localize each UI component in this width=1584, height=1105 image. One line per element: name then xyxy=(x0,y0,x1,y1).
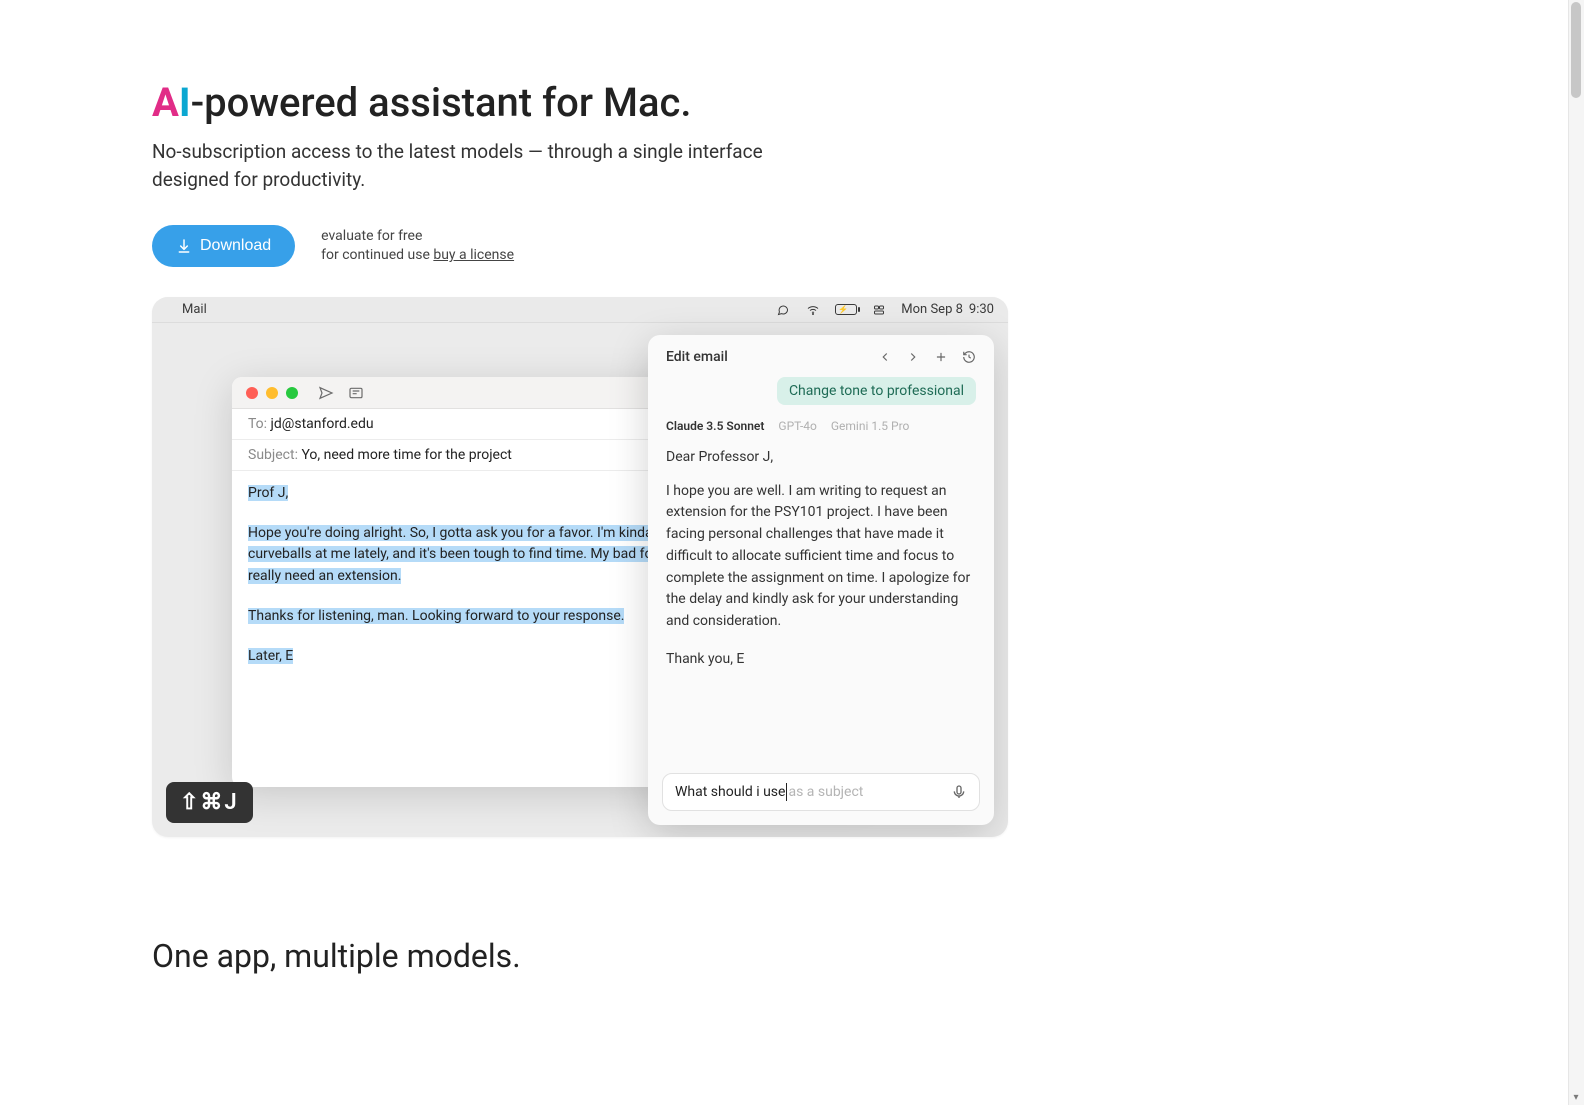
page-content: AI-powered assistant for Mac. No-subscri… xyxy=(152,0,1432,975)
format-icon[interactable] xyxy=(348,385,364,401)
mail-body-greeting: Prof J, xyxy=(248,485,288,501)
demo-stage: Mail ⚡ Mon Sep 8 9:30 xyxy=(152,297,1008,837)
menubar-time: 9:30 xyxy=(969,302,994,317)
hero-subtitle: No-subscription access to the latest mod… xyxy=(152,138,812,193)
control-center-icon xyxy=(871,304,887,316)
history-icon[interactable] xyxy=(962,350,976,364)
mac-menubar: Mail ⚡ Mon Sep 8 9:30 xyxy=(152,297,1008,323)
menubar-app-name: Mail xyxy=(182,302,207,317)
mic-icon[interactable] xyxy=(951,784,967,800)
assistant-input[interactable]: What should i use as a subject xyxy=(662,773,980,811)
response-greeting: Dear Professor J, xyxy=(666,447,976,469)
hero-title: AI-powered assistant for Mac. xyxy=(152,80,1232,126)
mail-body-signoff: Later, E xyxy=(248,648,293,664)
mail-subject-label: Subject: xyxy=(248,447,301,463)
scrollbar-thumb[interactable] xyxy=(1571,2,1581,98)
cta-note: evaluate for free for continued use buy … xyxy=(321,227,514,265)
scroll-down-arrow[interactable]: ▾ xyxy=(1571,1093,1581,1103)
plus-icon[interactable] xyxy=(934,350,948,364)
caret xyxy=(786,783,787,801)
menubar-date: Mon Sep 8 xyxy=(901,302,963,317)
user-prompt-chip: Change tone to professional xyxy=(777,377,976,405)
traffic-light-zoom[interactable] xyxy=(286,387,298,399)
mail-to-label: To: xyxy=(248,416,271,432)
shortcut-key-text: ⇧⌘J xyxy=(180,790,239,815)
download-button-label: Download xyxy=(200,237,271,255)
assistant-response: Dear Professor J, I hope you are well. I… xyxy=(666,447,976,670)
wifi-icon xyxy=(805,304,821,316)
response-signoff: Thank you, E xyxy=(666,649,976,671)
assistant-input-typed: What should i use xyxy=(675,784,785,800)
section2-heading: One app, multiple models. xyxy=(152,937,1432,975)
send-icon[interactable] xyxy=(318,385,334,401)
forward-icon[interactable] xyxy=(906,350,920,364)
download-button[interactable]: Download xyxy=(152,225,295,267)
back-icon[interactable] xyxy=(878,350,892,364)
continued-use-prefix: for continued use xyxy=(321,247,433,263)
assistant-title: Edit email xyxy=(666,349,728,365)
mail-body-p2: Thanks for listening, man. Looking forwa… xyxy=(248,608,624,624)
assistant-header: Edit email xyxy=(648,335,994,375)
eval-free-text: evaluate for free xyxy=(321,227,514,246)
model-tab-claude[interactable]: Claude 3.5 Sonnet xyxy=(666,419,764,433)
hero-title-rest: -powered assistant for Mac. xyxy=(191,79,692,126)
traffic-light-minimize[interactable] xyxy=(266,387,278,399)
mail-to-value: jd@stanford.edu xyxy=(271,416,374,432)
response-p1: I hope you are well. I am writing to req… xyxy=(666,481,976,633)
chat-icon xyxy=(775,304,791,316)
cta-row: Download evaluate for free for continued… xyxy=(152,225,1232,267)
assistant-body: Change tone to professional Claude 3.5 S… xyxy=(648,375,994,759)
mail-subject-value: Yo, need more time for the project xyxy=(301,447,511,463)
assistant-panel: Edit email Change tone to professional C… xyxy=(648,335,994,825)
buy-license-link[interactable]: buy a license xyxy=(433,247,514,263)
traffic-light-close[interactable] xyxy=(246,387,258,399)
menubar-status-icons: ⚡ xyxy=(775,304,887,316)
shortcut-badge: ⇧⌘J xyxy=(166,782,253,823)
assistant-input-ghost: as a subject xyxy=(788,784,863,800)
download-icon xyxy=(176,238,192,254)
model-tab-gemini[interactable]: Gemini 1.5 Pro xyxy=(831,419,910,433)
hero: AI-powered assistant for Mac. No-subscri… xyxy=(152,80,1432,267)
model-tab-gpt4o[interactable]: GPT-4o xyxy=(778,419,816,433)
page-scrollbar[interactable]: ▾ xyxy=(1568,0,1584,1105)
battery-icon: ⚡ xyxy=(835,304,857,315)
model-tabs: Claude 3.5 Sonnet GPT-4o Gemini 1.5 Pro xyxy=(666,419,976,433)
